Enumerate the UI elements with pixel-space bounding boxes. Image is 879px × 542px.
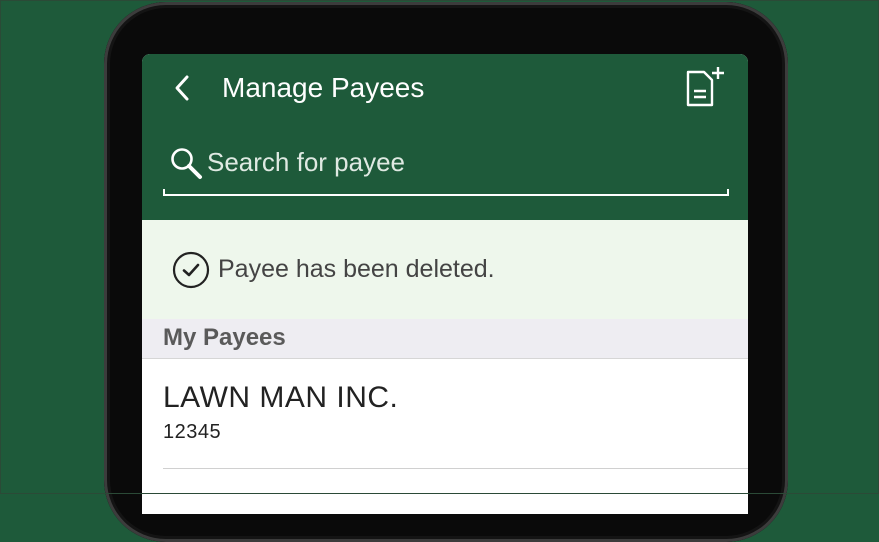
- app-header: Manage Payees: [142, 54, 748, 220]
- search-underline: [163, 189, 729, 196]
- section-header: My Payees: [142, 319, 748, 359]
- list-item[interactable]: LAWN MAN INC. 12345: [142, 359, 748, 469]
- document-plus-icon: [686, 67, 724, 107]
- page-title: Manage Payees: [222, 72, 425, 103]
- payee-name: LAWN MAN INC.: [163, 381, 399, 414]
- payee-account: 12345: [163, 421, 222, 443]
- back-button[interactable]: [166, 70, 198, 106]
- search-input[interactable]: [207, 144, 707, 180]
- notice-message: Payee has been deleted.: [218, 255, 495, 283]
- add-payee-button[interactable]: [680, 66, 730, 110]
- app-screen: Manage Payees Payee has been deleted.: [142, 54, 748, 514]
- search-bar: [163, 138, 731, 196]
- search-icon: [171, 148, 202, 179]
- deleted-notice: Payee has been deleted.: [142, 220, 748, 319]
- check-circle-icon: [172, 251, 210, 289]
- row-divider: [163, 468, 748, 469]
- section-title: My Payees: [163, 324, 286, 351]
- chevron-left-icon: [175, 75, 189, 101]
